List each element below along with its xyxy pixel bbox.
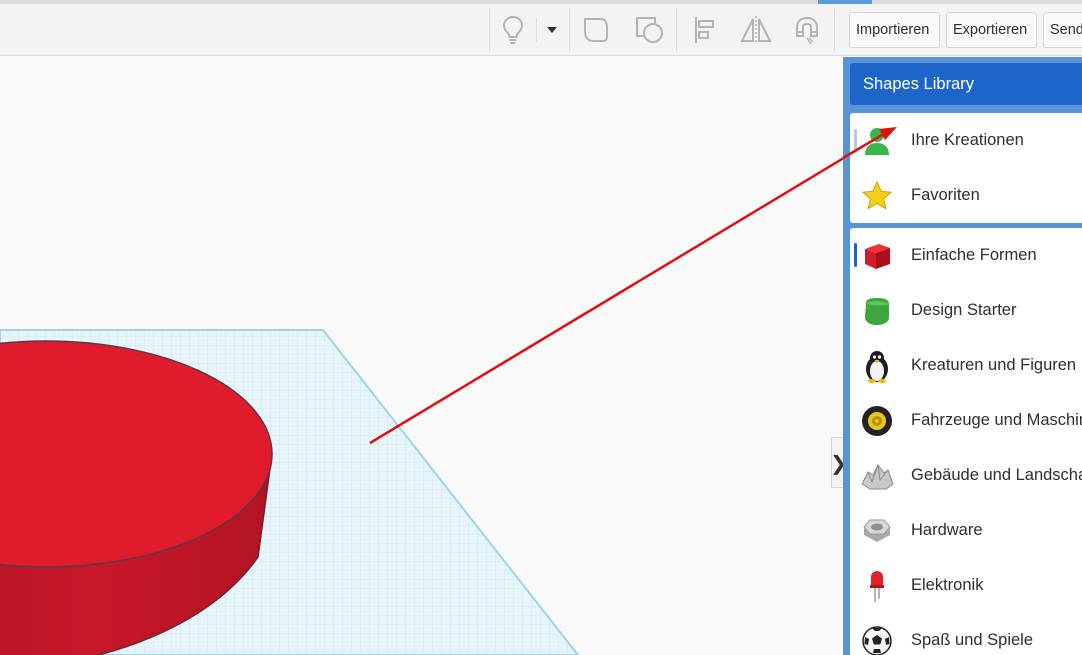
sidebar-item-label: Design Starter: [911, 301, 1017, 319]
sidebar-item-label: Gebäude und Landschaften: [911, 466, 1082, 484]
magnet-icon: [796, 16, 818, 45]
sidebar-item-ihre-kreationen[interactable]: Ihre Kreationen: [850, 113, 1082, 168]
shapes-sidebar: Shapes Library Ihre Kreationen Favoriten: [843, 57, 1082, 655]
mirror-icon: [740, 16, 772, 44]
user-icon: [860, 124, 894, 158]
send-button[interactable]: Send: [1043, 12, 1082, 48]
toolbar-separator: [536, 18, 537, 42]
rock-icon: [860, 459, 894, 493]
green-shape-icon: [860, 294, 894, 328]
import-button[interactable]: Importieren: [849, 12, 940, 48]
workplane-canvas: [0, 157, 843, 655]
toolbar: Importieren Exportieren Send: [0, 4, 1082, 56]
sidebar-item-spass-und-spiele[interactable]: Spaß und Spiele: [850, 613, 1082, 655]
sidebar-item-favoriten[interactable]: Favoriten: [850, 168, 1082, 223]
sidebar-item-design-starter[interactable]: Design Starter: [850, 283, 1082, 338]
sidebar-item-label: Hardware: [911, 521, 983, 539]
mirror-button[interactable]: [738, 10, 774, 50]
dropdown-caret-icon: [547, 27, 557, 33]
star-icon: [860, 179, 894, 213]
sidebar-item-elektronik[interactable]: Elektronik: [850, 558, 1082, 613]
toolbar-separator: [834, 8, 835, 52]
view-options-dropdown[interactable]: [538, 10, 566, 50]
ungroup-button[interactable]: [632, 10, 668, 50]
toolbar-separator: [676, 8, 677, 52]
lightbulb-icon: [502, 15, 524, 44]
group-icon: [584, 18, 608, 42]
group-button[interactable]: [578, 10, 614, 50]
sidebar-item-label: Kreaturen und Figuren: [911, 356, 1077, 374]
soccer-ball-icon: [860, 624, 894, 655]
annotation-arrow: [369, 157, 843, 445]
nut-icon: [860, 514, 894, 548]
sidebar-item-kreaturen-und-figuren[interactable]: Kreaturen und Figuren: [850, 338, 1082, 393]
shapes-library-dropdown[interactable]: Shapes Library: [850, 63, 1082, 105]
sidebar-item-hardware[interactable]: Hardware: [850, 503, 1082, 558]
red-cube-icon: [860, 239, 894, 273]
wheel-icon: [860, 404, 894, 438]
sidebar-item-einfache-formen[interactable]: Einfache Formen: [850, 228, 1082, 283]
align-button[interactable]: [687, 10, 723, 50]
align-icon: [695, 17, 714, 43]
sidebar-item-label: Fahrzeuge und Maschinen: [911, 411, 1082, 429]
penguin-icon: [860, 349, 894, 383]
shape-categories-card: Einfache Formen Design Starter Kreaturen…: [850, 228, 1082, 655]
lightbulb-button[interactable]: [495, 10, 531, 50]
sidebar-item-fahrzeuge-und-maschinen[interactable]: Fahrzeuge und Maschinen: [850, 393, 1082, 448]
magnet-button[interactable]: [789, 10, 825, 50]
toolbar-separator: [569, 8, 570, 52]
led-icon: [860, 569, 894, 603]
sidebar-item-gebaeude-und-landschaften[interactable]: Gebäude und Landschaften: [850, 448, 1082, 503]
sidebar-item-label: Spaß und Spiele: [911, 631, 1034, 649]
sidebar-item-label: Einfache Formen: [911, 246, 1037, 264]
sidebar-item-label: Ihre Kreationen: [911, 131, 1024, 149]
toolbar-separator: [489, 8, 490, 52]
export-button[interactable]: Exportieren: [946, 12, 1037, 48]
3d-viewport[interactable]: [0, 57, 843, 655]
personal-shapes-card: Ihre Kreationen Favoriten: [850, 113, 1082, 223]
sidebar-item-label: Elektronik: [911, 576, 984, 594]
sidebar-item-label: Favoriten: [911, 186, 980, 204]
ungroup-icon: [636, 17, 663, 43]
